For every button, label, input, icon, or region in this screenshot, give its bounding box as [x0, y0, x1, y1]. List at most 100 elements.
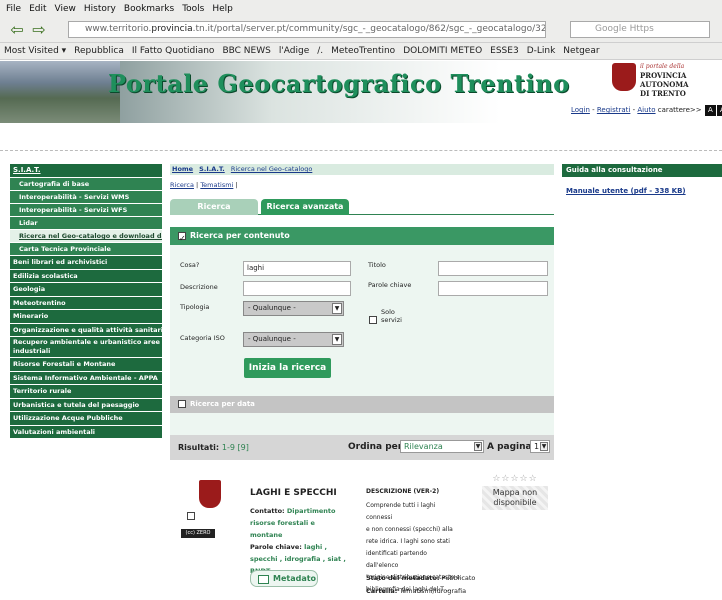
menu-help[interactable]: Help — [212, 4, 233, 14]
sidebar-item-recupero[interactable]: Recupero ambientale e urbanistico aree i… — [10, 337, 162, 358]
results-bar: Risultati: 1-9 [9] Ordina per Rilevanza … — [170, 435, 554, 460]
sidebar-item-beni-librari[interactable]: Beni librari ed archivistici — [10, 256, 162, 270]
sidebar: S.I.A.T. Cartografia di base Interoperab… — [10, 164, 162, 439]
pat-name-line1: PROVINCIA AUTONOMA — [640, 71, 689, 89]
bookmark-slash[interactable]: /. — [317, 46, 323, 56]
parole-chiave-input[interactable] — [438, 281, 548, 296]
help-link[interactable]: Aiuto — [637, 106, 655, 114]
tipologia-select[interactable]: - Qualunque - ▼ — [243, 301, 344, 316]
chevron-down-icon: ▼ — [332, 334, 342, 345]
sidebar-item-geologia[interactable]: Geologia — [10, 283, 162, 297]
subnav-ricerca[interactable]: Ricerca — [170, 181, 194, 189]
sidebar-sub-lidar[interactable]: Lidar — [10, 217, 162, 230]
result-title[interactable]: LAGHI E SPECCHI — [250, 488, 337, 498]
menu-edit[interactable]: Edit — [29, 4, 46, 14]
date-search-panel — [170, 413, 554, 435]
results-range: 1-9 [9] — [221, 443, 249, 452]
result-select-checkbox[interactable] — [187, 512, 195, 520]
start-search-button[interactable]: Inizia la ricerca — [244, 358, 331, 378]
order-value: Rilevanza — [404, 442, 443, 451]
bookmark-adige[interactable]: l'Adige — [279, 46, 309, 56]
categoria-iso-select[interactable]: - Qualunque - ▼ — [243, 332, 344, 347]
titolo-input[interactable] — [438, 261, 548, 276]
bookmark-dlink[interactable]: D-Link — [527, 46, 556, 56]
sidebar-header-siat[interactable]: S.I.A.T. — [10, 164, 162, 177]
date-search-checkbox[interactable] — [178, 400, 186, 408]
sidebar-item-minerario[interactable]: Minerario — [10, 310, 162, 324]
solo-servizi-line1: Solo — [381, 308, 395, 316]
font-size-medium-button[interactable]: A — [716, 105, 722, 116]
sidebar-item-acque[interactable]: Utilizzazione Acque Pubbliche — [10, 412, 162, 426]
tab-ricerca-avanzata[interactable]: Ricerca avanzata — [261, 199, 349, 215]
menu-bookmarks[interactable]: Bookmarks — [124, 4, 174, 14]
solo-servizi-line2: servizi — [381, 316, 402, 324]
descrizione-input[interactable] — [243, 281, 351, 296]
login-link[interactable]: Login — [571, 106, 590, 114]
sidebar-item-appa[interactable]: Sistema Informativo Ambientale - APPA — [10, 371, 162, 385]
content-search-checkbox[interactable] — [178, 230, 186, 248]
menu-tools[interactable]: Tools — [182, 4, 204, 14]
breadcrumb-geocatalogo[interactable]: Ricerca nel Geo-catalogo — [231, 165, 313, 173]
bookmark-dolomiti[interactable]: DOLOMITI METEO — [403, 46, 482, 56]
content-search-title: Ricerca per contenuto — [190, 231, 290, 240]
site-banner: Portale Geocartografico Trentino il port… — [0, 61, 722, 123]
sidebar-item-edilizia[interactable]: Edilizia scolastica — [10, 269, 162, 283]
sidebar-sub-ctp[interactable]: Carta Tecnica Provinciale — [10, 243, 162, 256]
pat-tagline: il portale della — [640, 63, 685, 70]
sidebar-item-urbanistica[interactable]: Urbanistica e tutela del paesaggio — [10, 398, 162, 412]
sidebar-sub-wfs[interactable]: Interoperabilità - Servizi WFS — [10, 204, 162, 217]
bookmark-fatto[interactable]: Il Fatto Quotidiano — [132, 46, 215, 56]
chevron-down-icon: ▼ — [540, 442, 548, 451]
sidebar-item-risorse-forestali[interactable]: Risorse Forestali e Montane — [10, 358, 162, 372]
bookmark-netgear[interactable]: Netgear — [563, 46, 599, 56]
sidebar-item-valutazioni[interactable]: Valutazioni ambientali — [10, 425, 162, 439]
result-item: (cc) ZERO LAGHI E SPECCHI Contatto: Dipa… — [170, 460, 554, 600]
sidebar-item-meteotrentino[interactable]: Meteotrentino — [10, 296, 162, 310]
state-label: Stato del metadato: — [366, 574, 440, 582]
chevron-down-icon: ▼ — [474, 442, 482, 451]
content-search-header[interactable]: Ricerca per contenuto — [170, 227, 554, 248]
keywords-label: Parole chiave: — [250, 543, 302, 551]
sub-navigation: Ricerca | Tematismi | — [170, 181, 238, 189]
pat-name-line2: DI TRENTO — [640, 89, 686, 98]
rating-stars-icon[interactable]: ☆☆☆☆☆ — [482, 474, 548, 484]
page-select[interactable]: 1 ▼ — [530, 440, 550, 453]
breadcrumb-home[interactable]: Home — [172, 165, 193, 173]
solo-servizi-checkbox[interactable] — [369, 316, 377, 324]
cosa-input[interactable]: laghi — [243, 261, 351, 276]
bookmark-most-visited[interactable]: Most Visited ▾ — [4, 46, 66, 56]
menu-history[interactable]: History — [84, 4, 116, 14]
bookmark-repubblica[interactable]: Repubblica — [74, 46, 124, 56]
menu-view[interactable]: View — [55, 4, 76, 14]
content-search-panel: Cosa? laghi Titolo Descrizione Parole ch… — [170, 245, 554, 396]
address-bar[interactable]: www.territorio.provincia.tn.it/portal/se… — [68, 21, 546, 38]
metadata-state: Stato del metadato: Pubblicato Cartella:… — [366, 572, 486, 598]
description-heading: DESCRIZIONE (VER-2) — [366, 488, 440, 495]
description-line: rete idrica. I laghi sono stati — [366, 538, 450, 545]
sidebar-item-territorio-rurale[interactable]: Territorio rurale — [10, 385, 162, 399]
description-line: e non connessi (specchi) alla — [366, 526, 453, 533]
sidebar-item-sanita[interactable]: Organizzazione e qualità attività sanita… — [10, 323, 162, 337]
menu-file[interactable]: File — [6, 4, 21, 14]
bookmark-bbc[interactable]: BBC NEWS — [222, 46, 270, 56]
sidebar-sub-cartografia[interactable]: Cartografia di base — [10, 178, 162, 191]
bookmark-meteotrentino[interactable]: MeteoTrentino — [331, 46, 395, 56]
back-icon[interactable]: ⇦ — [8, 20, 26, 39]
browser-search-input[interactable]: Google Https — [570, 21, 710, 38]
cosa-label: Cosa? — [180, 261, 200, 269]
metadata-button[interactable]: Metadato — [250, 570, 318, 587]
tab-ricerca[interactable]: Ricerca — [170, 199, 258, 215]
breadcrumb-siat[interactable]: S.I.A.T. — [199, 165, 225, 173]
bookmark-esse3[interactable]: ESSE3 — [490, 46, 519, 56]
sidebar-sub-wms[interactable]: Interoperabilità - Servizi WMS — [10, 191, 162, 204]
order-select[interactable]: Rilevanza ▼ — [400, 440, 484, 453]
sidebar-sub-geocatalogo[interactable]: Ricerca nel Geo-catalogo e download dati — [10, 230, 162, 243]
user-manual-link[interactable]: Manuale utente (pdf - 338 KB) — [562, 187, 722, 195]
font-size-small-button[interactable]: A — [704, 105, 716, 116]
browser-navbar: ⇦ ⇨ www.territorio.provincia.tn.it/porta… — [0, 17, 722, 43]
date-search-header[interactable]: Ricerca per data — [170, 396, 554, 413]
forward-icon[interactable]: ⇨ — [30, 20, 48, 39]
tipologia-value: - Qualunque - — [248, 304, 296, 312]
subnav-tematismi[interactable]: Tematismi — [200, 181, 233, 189]
register-link[interactable]: Registrati — [597, 106, 631, 114]
